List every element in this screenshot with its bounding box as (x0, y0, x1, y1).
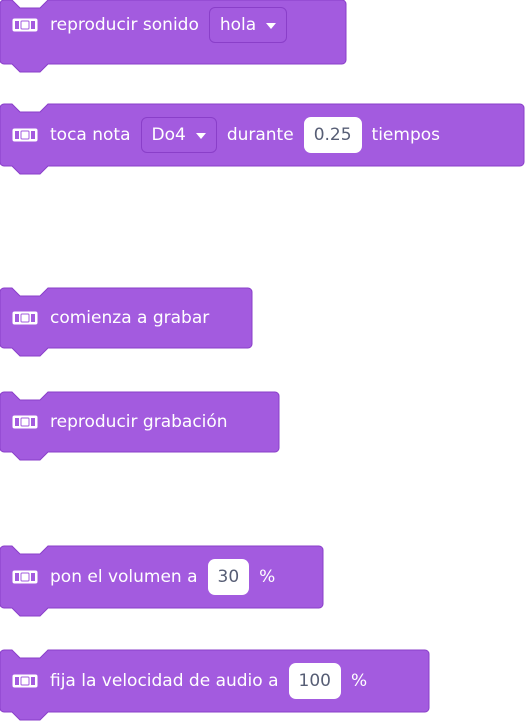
set-volume-label: pon el volumen a (50, 567, 198, 587)
sound-dropdown[interactable]: hola (208, 7, 288, 43)
set-volume-block[interactable]: pon el volumen a 30 % (0, 545, 324, 617)
start-recording-block[interactable]: comienza a grabar (0, 287, 253, 357)
play-sound-label: reproducir sonido (50, 15, 199, 35)
chevron-down-icon (195, 133, 206, 139)
percent-label: % (350, 671, 368, 691)
note-dropdown[interactable]: Do4 (140, 117, 217, 153)
beats-input[interactable]: 0.25 (303, 117, 362, 153)
duration-label: durante (226, 125, 294, 145)
play-recording-label: reproducir grabación (50, 412, 228, 432)
audio-speed-input[interactable]: 100 (288, 663, 341, 699)
music-extension-icon (12, 311, 38, 325)
note-dropdown-value: Do4 (151, 125, 186, 145)
start-recording-label: comienza a grabar (50, 308, 210, 328)
music-extension-icon (12, 415, 38, 429)
blocks-canvas: reproducir sonido hola toca nota Do4 dur… (0, 0, 525, 724)
beats-unit-label: tiempos (371, 125, 441, 145)
music-extension-icon (12, 18, 38, 32)
chevron-down-icon (266, 23, 277, 29)
music-extension-icon (12, 128, 38, 142)
music-extension-icon (12, 570, 38, 584)
play-note-block[interactable]: toca nota Do4 durante 0.25 tiempos (0, 103, 525, 175)
play-recording-block[interactable]: reproducir grabación (0, 391, 280, 461)
sound-dropdown-value: hola (219, 15, 257, 35)
music-extension-icon (12, 674, 38, 688)
percent-label: % (259, 567, 276, 587)
play-note-label: toca nota (50, 125, 131, 145)
set-audio-speed-label: fija la velocidad de audio a (50, 671, 279, 691)
volume-input[interactable]: 30 (207, 559, 250, 595)
play-sound-block[interactable]: reproducir sonido hola (0, 0, 347, 73)
set-audio-speed-block[interactable]: fija la velocidad de audio a 100 % (0, 649, 430, 721)
